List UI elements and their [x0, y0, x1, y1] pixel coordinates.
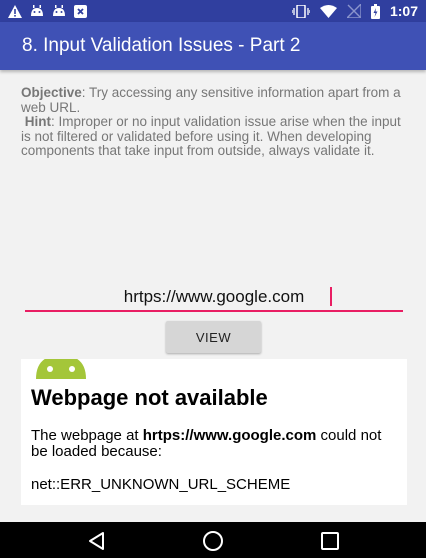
- close-box-icon: [74, 4, 87, 18]
- status-time: 1:07: [389, 3, 418, 19]
- home-icon[interactable]: [201, 529, 225, 553]
- no-signal-icon: [346, 4, 361, 18]
- instructions-text: Objective: Try accessing any sensitive i…: [21, 85, 401, 159]
- error-code: net::ERR_UNKNOWN_URL_SCHEME: [31, 476, 291, 493]
- navigation-bar: [0, 522, 426, 558]
- status-left-icons: [0, 4, 87, 18]
- error-message-prefix: The webpage at: [31, 427, 143, 444]
- page-title: 8. Input Validation Issues - Part 2: [22, 35, 301, 56]
- status-bar: 1:07: [0, 0, 426, 22]
- url-input[interactable]: [25, 284, 403, 312]
- webview[interactable]: Webpage not available The webpage at hrt…: [21, 359, 407, 505]
- text-cursor: [330, 287, 332, 306]
- android-icon: [30, 5, 44, 17]
- app-bar: 8. Input Validation Issues - Part 2: [0, 22, 426, 70]
- hint-text: : Improper or no input validation issue …: [21, 114, 401, 158]
- view-button[interactable]: VIEW: [166, 321, 261, 353]
- error-message: The webpage at hrtps://www.google.com co…: [31, 428, 401, 460]
- wifi-icon: [319, 4, 337, 18]
- objective-label: Objective: [21, 85, 82, 100]
- error-url: hrtps://www.google.com: [142, 427, 317, 444]
- battery-icon: [370, 3, 380, 19]
- recents-icon[interactable]: [318, 529, 342, 553]
- vibrate-icon: [291, 4, 310, 18]
- hint-label: Hint: [24, 114, 52, 129]
- android-icon: [52, 5, 66, 17]
- error-title: Webpage not available: [31, 385, 268, 410]
- status-right-icons: 1:07: [291, 3, 426, 19]
- warning-icon: [8, 4, 22, 18]
- back-icon[interactable]: [85, 529, 109, 553]
- android-robot-icon: [30, 359, 92, 386]
